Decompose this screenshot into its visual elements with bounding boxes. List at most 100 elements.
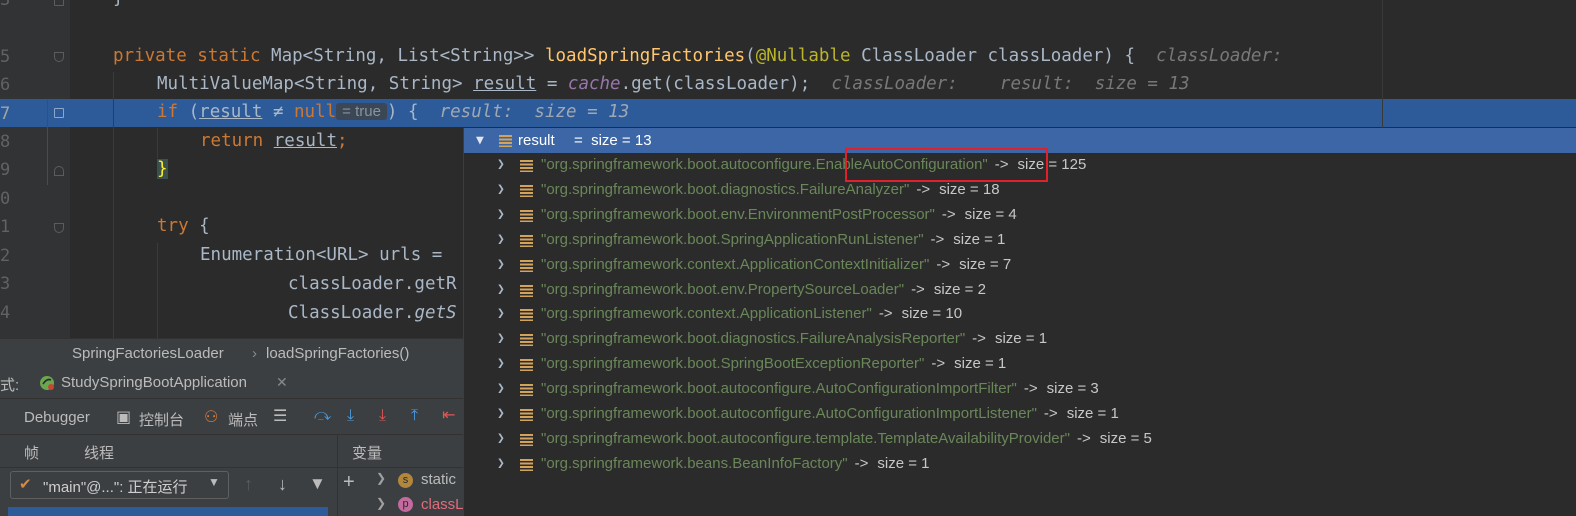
fold-marker-icon[interactable]: [54, 223, 64, 233]
expand-arrow-icon[interactable]: ❯: [497, 157, 505, 172]
add-watch-icon[interactable]: +: [343, 471, 355, 494]
entry-text: "org.springframework.boot.autoconfigure.…: [541, 380, 1099, 397]
code-token: loadSpringFactories: [544, 46, 746, 66]
thread-select[interactable]: ✔ "main"@...": 正在运行 ▼: [10, 471, 229, 499]
entry-text: "org.springframework.context.Application…: [541, 305, 962, 322]
run-config-tab[interactable]: StudySpringBootApplication: [61, 374, 247, 391]
code-token: ≠: [262, 102, 294, 122]
field-icon: [499, 135, 512, 147]
entry-text: "org.springframework.boot.diagnostics.Fa…: [541, 181, 1000, 198]
map-entry-row[interactable]: ❯ "org.springframework.context.Applicatio…: [464, 302, 1576, 327]
code-token: }: [113, 0, 124, 8]
root-name: result: [518, 132, 555, 149]
indent-guide: [157, 243, 158, 338]
field-icon: [520, 384, 533, 397]
field-icon: [520, 284, 533, 297]
step-out-icon[interactable]: ⤒: [411, 405, 418, 425]
line-number: 3: [0, 0, 11, 10]
expand-arrow-icon[interactable]: ❯: [497, 257, 505, 272]
fold-marker-icon[interactable]: [54, 166, 64, 176]
variables-header: 变量: [352, 445, 383, 462]
field-icon: [520, 409, 533, 421]
line-number: 2: [0, 246, 11, 266]
map-entry-row[interactable]: ❯ "org.springframework.boot.autoconfigure…: [464, 377, 1576, 402]
thread-select-value: "main"@...": 正在运行: [43, 479, 188, 496]
divider: [0, 398, 463, 399]
tab-console[interactable]: 控制台: [139, 409, 184, 430]
map-entry-row[interactable]: ❯ "org.springframework.boot.env.Environme…: [464, 203, 1576, 228]
tab-debugger[interactable]: Debugger: [24, 409, 90, 426]
code-token: Map<String, List<String>>: [271, 46, 545, 66]
down-arrow-icon[interactable]: ↓: [278, 474, 287, 495]
entry-arrow: ->: [930, 230, 945, 248]
field-icon: [520, 209, 533, 222]
variable-name[interactable]: static: [421, 471, 456, 488]
entry-arrow: ->: [936, 255, 951, 273]
fold-marker-icon[interactable]: [54, 0, 64, 6]
code-token: (: [745, 46, 756, 66]
drop-frame-icon[interactable]: ⇤: [442, 405, 455, 424]
fold-marker-icon[interactable]: [54, 52, 64, 62]
map-entry-row[interactable]: ❯ "org.springframework.boot.diagnostics.F…: [464, 327, 1576, 352]
selected-frame-row[interactable]: [8, 507, 328, 516]
expand-arrow-icon[interactable]: ❯: [376, 496, 386, 510]
close-icon[interactable]: ✕: [276, 374, 288, 391]
step-into-icon[interactable]: ⤓: [347, 405, 354, 425]
expand-arrow-icon[interactable]: ❯: [497, 207, 505, 222]
line-number: 0: [0, 189, 11, 209]
map-entry-row[interactable]: ❯ "org.springframework.boot.autoconfigure…: [464, 427, 1576, 452]
expand-arrow-icon[interactable]: ❯: [497, 381, 505, 396]
code-token: return: [200, 131, 274, 151]
expand-arrow-icon[interactable]: ❯: [497, 431, 505, 446]
code-token: ;: [336, 131, 348, 151]
breadcrumb-class[interactable]: SpringFactoriesLoader: [72, 345, 224, 362]
code-line: return result;: [200, 131, 348, 151]
map-entry-row[interactable]: ❯ "org.springframework.boot.SpringBootExc…: [464, 352, 1576, 377]
breadcrumb-method[interactable]: loadSpringFactories(): [266, 345, 409, 362]
force-step-into-icon[interactable]: ⤓: [379, 405, 386, 425]
field-icon: [520, 160, 533, 172]
code-line: classLoader.getR: [288, 274, 457, 294]
indent-guide: [113, 72, 114, 338]
entry-arrow: ->: [1076, 429, 1091, 447]
threads-header[interactable]: 线程: [84, 442, 114, 463]
code-token: cache: [567, 74, 621, 94]
step-over-icon[interactable]: ⤼: [314, 405, 331, 425]
code-token: .get(classLoader);: [620, 74, 811, 94]
line-number: 5: [0, 47, 11, 67]
code-token: private static: [113, 46, 272, 66]
variable-name[interactable]: classL: [421, 496, 464, 513]
fold-marker-icon[interactable]: [54, 108, 64, 118]
entry-text: "org.springframework.beans.BeanInfoFacto…: [541, 455, 930, 472]
menu-icon[interactable]: ☰: [273, 406, 287, 425]
code-token: }: [157, 159, 168, 179]
entry-text: "org.springframework.boot.SpringBootExce…: [541, 355, 1006, 372]
expand-arrow-icon[interactable]: ❯: [497, 232, 505, 247]
expand-arrow-icon[interactable]: ❯: [497, 306, 505, 321]
code-line: }: [157, 159, 168, 179]
expand-arrow-icon[interactable]: ❯: [497, 456, 505, 471]
filter-icon[interactable]: ▼: [309, 474, 326, 494]
expand-arrow-icon[interactable]: ❯: [497, 331, 505, 346]
code-token: result: [473, 74, 537, 94]
entry-key: "org.springframework.context.Application…: [541, 305, 872, 323]
expand-arrow-icon[interactable]: ❯: [376, 471, 386, 485]
code-token: (: [178, 102, 200, 122]
entry-arrow: ->: [941, 205, 956, 223]
expand-arrow-icon[interactable]: ❯: [497, 406, 505, 421]
map-entry-row[interactable]: ❯ "org.springframework.beans.BeanInfoFact…: [464, 452, 1576, 477]
tab-breakpoints[interactable]: 端点: [228, 409, 258, 430]
static-badge-icon: s: [398, 473, 413, 488]
entry-key: "org.springframework.context.Application…: [541, 255, 930, 273]
entry-arrow: ->: [931, 355, 946, 373]
expand-arrow-icon[interactable]: ❯: [497, 356, 505, 371]
collapse-arrow-icon[interactable]: ▼: [476, 133, 484, 148]
map-entry-row[interactable]: ❯ "org.springframework.boot.autoconfigure…: [464, 402, 1576, 427]
up-arrow-icon[interactable]: ↑: [244, 474, 253, 495]
map-entry-row[interactable]: ❯ "org.springframework.boot.SpringApplica…: [464, 228, 1576, 253]
expand-arrow-icon[interactable]: ❯: [497, 282, 505, 297]
expand-arrow-icon[interactable]: ❯: [497, 182, 505, 197]
map-entry-row[interactable]: ❯ "org.springframework.boot.env.PropertyS…: [464, 278, 1576, 303]
map-entry-row[interactable]: ❯ "org.springframework.context.Applicatio…: [464, 253, 1576, 278]
entry-size: size = 1: [954, 355, 1007, 373]
